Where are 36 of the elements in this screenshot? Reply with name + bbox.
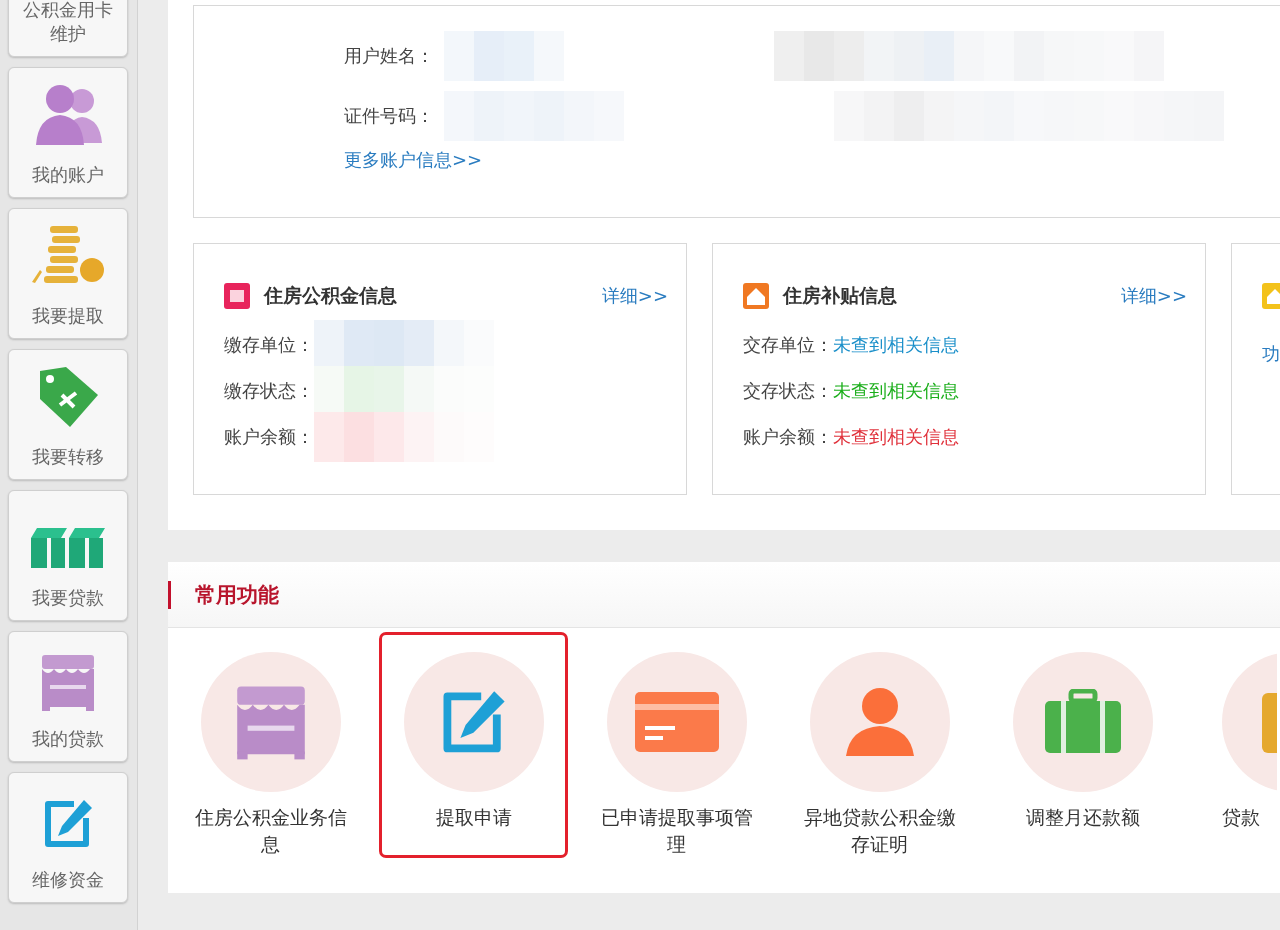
function-button[interactable]: 异地贷款公积金缴存证明	[785, 632, 974, 858]
sidebar-button[interactable]: 我要提取	[8, 208, 128, 339]
detail-link[interactable]: 详细>>	[601, 284, 668, 308]
suitcase-icon	[1042, 689, 1123, 755]
field-label: 交存单位：	[743, 333, 833, 357]
title-bar	[168, 580, 171, 609]
function-button[interactable]: 已申请提取事项管理	[582, 632, 771, 858]
card-icon	[224, 283, 250, 309]
card-text: 功	[1262, 342, 1280, 366]
field-value: 未查到相关信息	[833, 333, 959, 357]
field-label: 缴存单位：	[224, 333, 314, 357]
field-value: 未查到相关信息	[833, 379, 959, 403]
field-label: 账户余额：	[224, 425, 314, 449]
card-title: 住房补贴信息	[783, 283, 898, 308]
card-title: 住房公积金信息	[264, 283, 398, 308]
more-info-link[interactable]: 更多账户信息>>	[344, 148, 1280, 172]
field-label: 证件号码：	[344, 104, 435, 128]
section-title: 常用功能	[195, 581, 279, 609]
field-label: 交存状态：	[743, 379, 833, 403]
sidebar-button[interactable]: 公积金用卡维护	[8, 0, 128, 57]
house-icon	[743, 283, 769, 309]
sidebar-button[interactable]: 我要转移	[8, 349, 128, 480]
function-button[interactable]: 提取申请	[379, 632, 568, 858]
sidebar-button[interactable]: 维修资金	[8, 772, 128, 903]
field-label: 缴存状态：	[224, 379, 314, 403]
sidebar-button[interactable]: 我的贷款	[8, 631, 128, 762]
function-button[interactable]: 贷款	[1191, 632, 1280, 858]
field-label: 账户余额：	[743, 425, 833, 449]
field-value: 未查到相关信息	[833, 425, 959, 449]
sidebar-button[interactable]: 我要贷款	[8, 490, 128, 621]
detail-link[interactable]: 详细>>	[1120, 284, 1187, 308]
card-icon	[634, 692, 719, 752]
function-button[interactable]: 调整月还款额	[988, 632, 1177, 858]
function-button[interactable]: 住房公积金业务信息	[176, 632, 365, 858]
field-label: 用户姓名：	[344, 44, 435, 68]
sidebar-button[interactable]: 我的账户	[8, 67, 128, 198]
